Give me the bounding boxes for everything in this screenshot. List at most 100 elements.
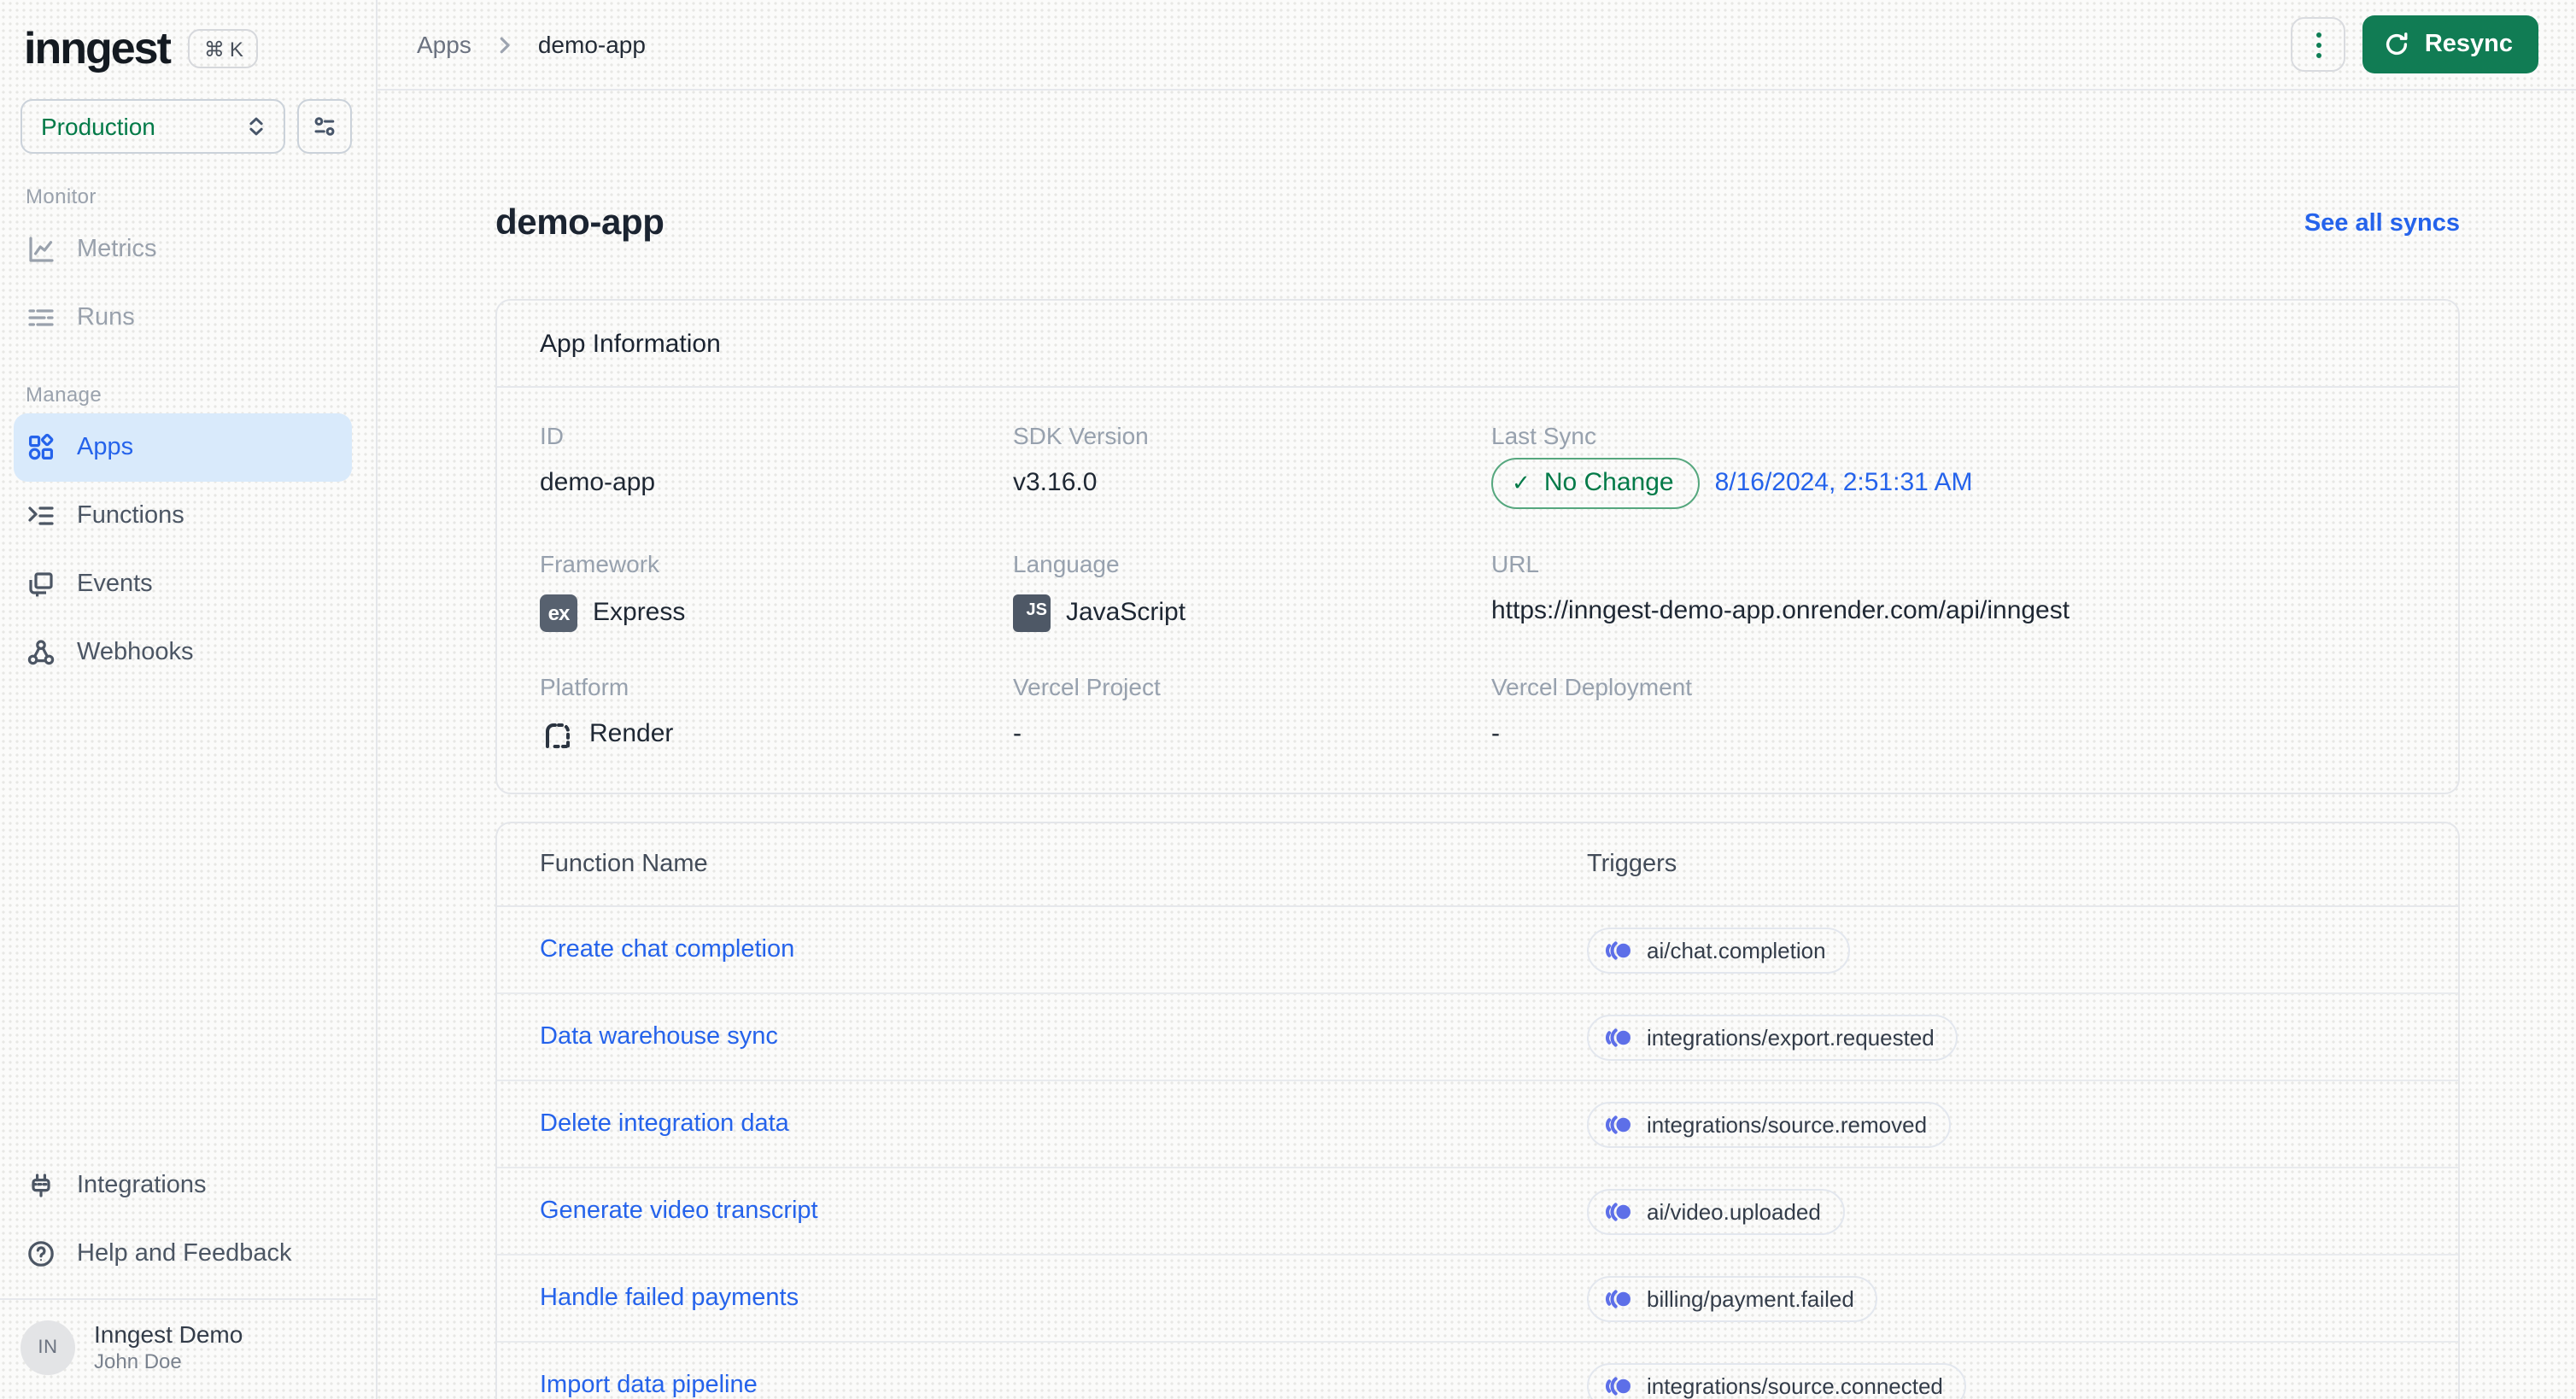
sidebar-item-runs[interactable]: Runs	[14, 284, 352, 352]
sidebar-item-apps[interactable]: Apps	[14, 413, 352, 482]
main-area: Apps demo-app Resync demo-app See all sy…	[378, 0, 2576, 1399]
field-label: ID	[540, 422, 564, 449]
render-icon	[540, 717, 574, 752]
field-value: v3.16.0	[1013, 468, 1098, 497]
chevron-right-icon	[494, 33, 516, 56]
express-icon: ex	[540, 594, 577, 632]
kebab-icon	[2315, 32, 2321, 57]
sidebar: inngest ⌘ K Production Monitor Metrics R…	[0, 0, 378, 1399]
functions-table-card: Function Name Triggers Create chat compl…	[495, 822, 2460, 1399]
sidebar-item-integrations[interactable]: Integrations	[14, 1151, 352, 1220]
sidebar-item-label: Functions	[77, 502, 184, 530]
app-window: inngest ⌘ K Production Monitor Metrics R…	[0, 0, 2576, 1399]
environment-select[interactable]: Production	[20, 99, 285, 154]
runs-list-icon	[26, 302, 56, 333]
sliders-icon	[311, 113, 338, 140]
sidebar-item-label: Metrics	[77, 236, 157, 263]
nav-section-monitor: Monitor	[26, 184, 97, 208]
resync-button[interactable]: Resync	[2362, 15, 2538, 73]
trigger-label: integrations/export.requested	[1647, 1024, 1935, 1050]
app-information-card: App Information ID demo-app SDK Version …	[495, 299, 2460, 794]
nav-section-manage: Manage	[26, 383, 102, 407]
user-org: Inngest Demo	[94, 1320, 243, 1348]
event-trigger-icon	[1604, 1198, 1633, 1224]
chevron-up-down-icon	[244, 114, 268, 138]
trigger-badge[interactable]: integrations/source.connected	[1587, 1362, 1967, 1399]
sidebar-item-webhooks[interactable]: Webhooks	[14, 618, 352, 687]
sidebar-item-functions[interactable]: Functions	[14, 482, 352, 550]
event-trigger-icon	[1604, 1373, 1633, 1398]
field-id: ID demo-app	[540, 422, 1013, 509]
app-information-title: App Information	[497, 301, 2458, 388]
field-framework: Framework ex Express	[540, 550, 1013, 632]
function-link[interactable]: Data warehouse sync	[540, 1023, 1587, 1051]
table-row: Handle failed payments billing/payment.f…	[497, 1256, 2458, 1343]
event-trigger-icon	[1604, 1024, 1633, 1050]
sidebar-item-label: Runs	[77, 304, 135, 331]
field-label: Vercel Deployment	[1491, 673, 1693, 700]
check-icon: ✓	[1512, 470, 1531, 495]
field-value: Express	[593, 598, 686, 627]
field-sdk-version: SDK Version v3.16.0	[1013, 422, 1491, 509]
command-icon: ⌘	[203, 38, 225, 61]
trigger-badge[interactable]: ai/video.uploaded	[1587, 1188, 1845, 1234]
trigger-badge[interactable]: billing/payment.failed	[1587, 1275, 1878, 1321]
breadcrumb-apps[interactable]: Apps	[417, 31, 471, 58]
environment-settings-button[interactable]	[297, 99, 352, 154]
sync-icon	[2384, 31, 2411, 58]
shortcut-key-label: K	[229, 38, 243, 61]
events-icon	[26, 569, 56, 600]
trigger-badge[interactable]: integrations/export.requested	[1587, 1014, 1958, 1060]
field-label: Platform	[540, 673, 629, 700]
field-language: Language JS JavaScript	[1013, 550, 1491, 632]
trigger-label: ai/chat.completion	[1647, 937, 1826, 963]
table-row: Generate video transcript ai/video.uploa…	[497, 1168, 2458, 1256]
trigger-badge[interactable]: ai/chat.completion	[1587, 927, 1850, 973]
last-sync-date-link[interactable]: 8/16/2024, 2:51:31 AM	[1715, 466, 1973, 500]
field-label: Last Sync	[1491, 422, 1596, 449]
command-palette-shortcut[interactable]: ⌘ K	[188, 29, 259, 68]
table-row: Delete integration data integrations/sou…	[497, 1081, 2458, 1168]
more-actions-button[interactable]	[2291, 17, 2346, 72]
javascript-icon: JS	[1013, 594, 1051, 632]
field-value: JavaScript	[1066, 598, 1186, 627]
field-value: -	[1491, 719, 1500, 748]
trigger-badge[interactable]: integrations/source.removed	[1587, 1101, 1952, 1147]
environment-value: Production	[41, 113, 155, 140]
event-trigger-icon	[1604, 1111, 1633, 1137]
function-link[interactable]: Import data pipeline	[540, 1372, 1587, 1399]
user-menu[interactable]: IN Inngest Demo John Doe	[0, 1300, 376, 1399]
field-value: https://inngest-demo-app.onrender.com/ap…	[1491, 596, 2070, 625]
function-link[interactable]: Generate video transcript	[540, 1197, 1587, 1225]
sidebar-nav: Monitor Metrics Runs Manage Apps Functio…	[0, 154, 376, 687]
field-platform: Platform Render	[540, 673, 1013, 752]
field-url: URL https://inngest-demo-app.onrender.co…	[1491, 550, 2415, 632]
functions-table-header: Function Name Triggers	[497, 823, 2458, 907]
inngest-logo: inngest	[24, 22, 172, 73]
apps-grid-icon	[26, 432, 56, 463]
sidebar-item-label: Help and Feedback	[77, 1240, 292, 1267]
event-trigger-icon	[1604, 1285, 1633, 1311]
field-vercel-deployment: Vercel Deployment -	[1491, 673, 2415, 752]
field-vercel-project: Vercel Project -	[1013, 673, 1491, 752]
field-value: Render	[589, 719, 674, 748]
sidebar-item-metrics[interactable]: Metrics	[14, 215, 352, 284]
function-link[interactable]: Create chat completion	[540, 936, 1587, 963]
sidebar-item-events[interactable]: Events	[14, 550, 352, 618]
field-last-sync: Last Sync ✓ No Change 8/16/2024, 2:51:31…	[1491, 422, 2415, 509]
question-circle-icon	[26, 1238, 56, 1269]
trigger-label: integrations/source.removed	[1647, 1111, 1928, 1137]
sidebar-item-label: Integrations	[77, 1172, 207, 1199]
sidebar-item-label: Apps	[77, 434, 134, 461]
breadcrumb: Apps demo-app	[417, 31, 646, 58]
field-label: Framework	[540, 550, 660, 577]
breadcrumb-current: demo-app	[537, 31, 646, 58]
field-label: Vercel Project	[1013, 673, 1161, 700]
field-label: URL	[1491, 550, 1540, 577]
function-link[interactable]: Handle failed payments	[540, 1285, 1587, 1312]
function-link[interactable]: Delete integration data	[540, 1110, 1587, 1138]
trigger-label: integrations/source.connected	[1647, 1373, 1943, 1398]
sidebar-item-help[interactable]: Help and Feedback	[14, 1220, 352, 1288]
see-all-syncs-link[interactable]: See all syncs	[2304, 210, 2460, 237]
column-triggers: Triggers	[1587, 851, 1677, 878]
